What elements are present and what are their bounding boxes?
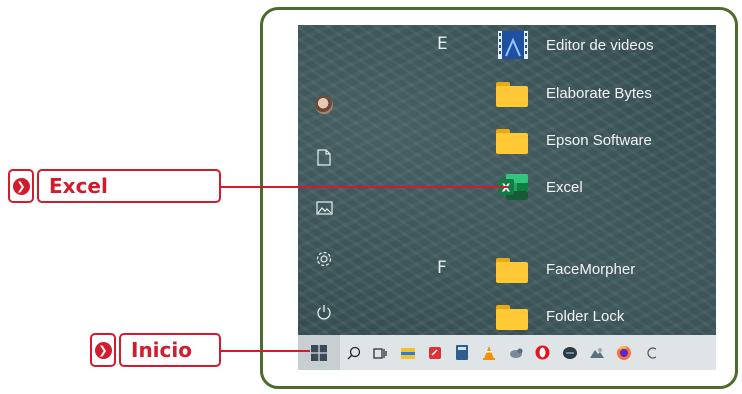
callout-marker: ❯: [8, 169, 34, 203]
power-icon[interactable]: [314, 302, 334, 322]
svg-text:X: X: [502, 182, 511, 195]
task-view-icon[interactable]: [367, 335, 394, 370]
app-label: Excel: [546, 178, 583, 196]
arrow-right-icon: ❯: [94, 341, 112, 359]
documents-icon[interactable]: [314, 147, 334, 167]
file-explorer-icon[interactable]: [394, 335, 421, 370]
folder-icon: [496, 78, 530, 108]
vlc-icon[interactable]: [475, 335, 502, 370]
start-menu: E F Editor de videos Elaborate Bytes Eps…: [298, 25, 716, 370]
app-gray-icon[interactable]: [583, 335, 610, 370]
callout-label: Excel: [37, 169, 221, 203]
search-icon[interactable]: [340, 335, 367, 370]
inicio-connector-line: [221, 350, 310, 352]
start-icon: [311, 344, 327, 361]
calculator-icon[interactable]: [448, 335, 475, 370]
app-label: Folder Lock: [546, 307, 625, 325]
folder-icon: [496, 301, 530, 331]
arrow-right-icon: ❯: [12, 177, 30, 195]
folder-icon: [496, 254, 530, 284]
app-label: FaceMorpher: [546, 260, 636, 278]
user-avatar[interactable]: [314, 95, 334, 115]
callout-marker: ❯: [90, 333, 116, 367]
settings-icon[interactable]: [314, 249, 334, 269]
taskbar: [298, 335, 716, 370]
app-label: Elaborate Bytes: [546, 84, 652, 102]
avatar: [315, 96, 333, 114]
start-button[interactable]: [298, 335, 340, 370]
app-label: Epson Software: [546, 131, 652, 149]
firefox-icon[interactable]: [610, 335, 637, 370]
app-dark-icon[interactable]: [556, 335, 583, 370]
app-bird-icon[interactable]: [502, 335, 529, 370]
video-editor-icon: [496, 30, 530, 60]
pictures-icon[interactable]: [314, 198, 334, 218]
excel-connector-line: [221, 186, 508, 188]
overflow-icon[interactable]: [637, 335, 664, 370]
callout-label: Inicio: [119, 333, 221, 367]
app-red-icon[interactable]: [421, 335, 448, 370]
opera-icon[interactable]: [529, 335, 556, 370]
group-letter-f[interactable]: F: [437, 258, 447, 278]
app-label: Editor de videos: [546, 36, 654, 54]
folder-icon: [496, 125, 530, 155]
start-menu-rail: [298, 25, 348, 335]
group-letter-e[interactable]: E: [437, 34, 448, 54]
callout-excel: ❯ Excel: [8, 169, 221, 203]
callout-inicio: ❯ Inicio: [90, 333, 221, 367]
